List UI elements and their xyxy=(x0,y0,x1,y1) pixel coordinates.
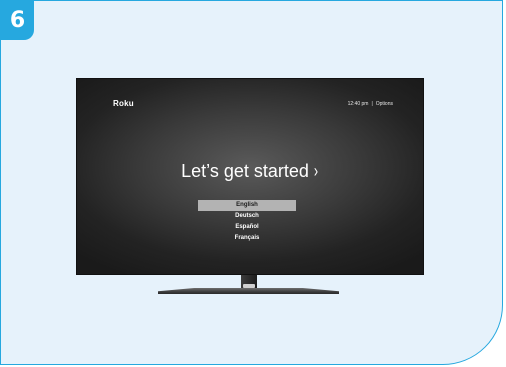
language-list: English Deutsch Español Français xyxy=(198,200,296,244)
chevron-right-icon: › xyxy=(313,161,318,181)
language-option-english[interactable]: English xyxy=(198,200,296,211)
setup-headline: Let’s get started › xyxy=(77,161,423,182)
step-number-badge: 6 xyxy=(1,1,34,40)
language-option-espanol[interactable]: Español xyxy=(198,222,296,233)
clock-time: 12:40 pm xyxy=(347,101,369,107)
language-option-deutsch[interactable]: Deutsch xyxy=(198,211,296,222)
tv-stand-base xyxy=(158,288,339,294)
status-separator: | xyxy=(371,101,373,107)
status-bar: 12:40 pm | Options xyxy=(348,101,393,107)
headline-text: Let’s get started xyxy=(181,161,309,181)
options-label: Options xyxy=(375,101,393,107)
roku-logo: Roku xyxy=(113,99,134,108)
tv-screen: Roku 12:40 pm | Options Let’s get started ›… xyxy=(76,78,424,275)
tv-stand-neck xyxy=(241,275,257,288)
language-option-francais[interactable]: Français xyxy=(198,233,296,244)
instruction-card: 6 Roku 12:40 pm | Options Let’s get starte… xyxy=(0,0,503,365)
